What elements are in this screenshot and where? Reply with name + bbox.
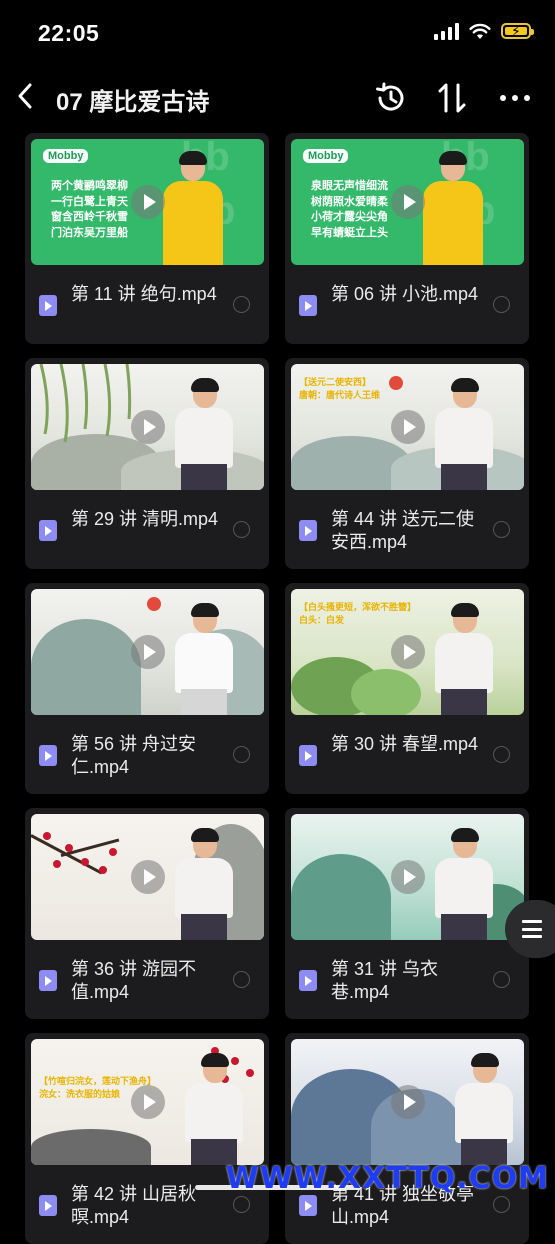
video-card[interactable]: bb b Mobby 两个黄鹂鸣翠柳一行白鹭上青天窗含西岭千秋雪门泊东吴万里船 … xyxy=(25,133,269,344)
video-file-icon xyxy=(39,520,57,541)
select-radio[interactable] xyxy=(493,746,510,763)
poem-caption: 【送元二使安西】 唐朝：唐代诗人王维 xyxy=(299,377,381,400)
chevron-left-icon xyxy=(18,83,32,109)
video-card[interactable]: 第 29 讲 清明.mp4 xyxy=(25,358,269,569)
brand-logo: Mobby xyxy=(43,149,89,163)
video-card[interactable]: 第 36 讲 游园不值.mp4 xyxy=(25,808,269,1019)
play-icon[interactable] xyxy=(390,635,425,669)
play-icon[interactable] xyxy=(390,410,425,444)
nav-actions xyxy=(373,80,533,116)
file-name: 第 30 讲 春望.mp4 xyxy=(331,734,479,754)
file-name: 第 31 讲 乌衣巷.mp4 xyxy=(331,959,439,1002)
floating-menu-button[interactable] xyxy=(505,900,555,958)
video-file-icon xyxy=(299,970,317,991)
video-thumbnail[interactable] xyxy=(291,814,524,940)
video-thumbnail[interactable]: bb b Mobby 泉眼无声惜细流树荫照水爱晴柔小荷才露尖尖角早有蜻蜓立上头 xyxy=(291,139,524,265)
page-title: 07 摩比爱古诗 xyxy=(56,89,210,116)
video-thumbnail[interactable]: 【送元二使安西】 唐朝：唐代诗人王维 xyxy=(291,364,524,490)
select-radio[interactable] xyxy=(233,746,250,763)
select-radio[interactable] xyxy=(233,1196,250,1213)
video-thumbnail[interactable] xyxy=(31,364,264,490)
file-name: 第 44 讲 送元二使安西.mp4 xyxy=(331,509,475,552)
select-radio[interactable] xyxy=(493,971,510,988)
status-bar: 22:05 ⚡ xyxy=(0,0,555,64)
video-file-icon xyxy=(299,1195,317,1216)
brand-logo: Mobby xyxy=(303,149,349,163)
select-radio[interactable] xyxy=(233,971,250,988)
video-file-icon xyxy=(299,295,317,316)
file-name: 第 29 讲 清明.mp4 xyxy=(71,509,219,529)
select-radio[interactable] xyxy=(493,296,510,313)
play-icon[interactable] xyxy=(130,1085,165,1119)
more-icon xyxy=(500,95,530,101)
video-card[interactable]: 第 31 讲 乌衣巷.mp4 xyxy=(285,808,529,1019)
video-card[interactable]: 第 56 讲 舟过安仁.mp4 xyxy=(25,583,269,794)
video-thumbnail[interactable] xyxy=(291,1039,524,1165)
file-name: 第 11 讲 绝句.mp4 xyxy=(71,284,217,304)
video-file-icon xyxy=(39,295,57,316)
status-icons: ⚡ xyxy=(434,22,534,40)
select-radio[interactable] xyxy=(493,521,510,538)
video-thumbnail[interactable]: 【竹喧归浣女，莲动下渔舟】 浣女：洗衣服的姑娘 xyxy=(31,1039,264,1165)
history-icon xyxy=(376,82,404,111)
video-thumbnail[interactable] xyxy=(31,814,264,940)
play-icon[interactable] xyxy=(390,860,425,894)
video-card[interactable]: bb b Mobby 泉眼无声惜细流树荫照水爱晴柔小荷才露尖尖角早有蜻蜓立上头 … xyxy=(285,133,529,344)
file-name: 第 36 讲 游园不值.mp4 xyxy=(71,959,197,1002)
poem-caption: 【白头搔更短，浑欲不胜簪】 白头：白发 xyxy=(299,602,417,625)
video-file-icon xyxy=(39,745,57,766)
play-icon[interactable] xyxy=(130,185,165,219)
video-thumbnail[interactable]: bb b Mobby 两个黄鹂鸣翠柳一行白鹭上青天窗含西岭千秋雪门泊东吴万里船 xyxy=(31,139,264,265)
video-thumbnail[interactable]: 【白头搔更短，浑欲不胜簪】 白头：白发 xyxy=(291,589,524,715)
video-file-icon xyxy=(299,520,317,541)
play-icon[interactable] xyxy=(130,410,165,444)
poem-verse: 泉眼无声惜细流 树荫照水爱晴柔 小荷才露尖尖角 早有蜻蜓立上头 xyxy=(311,180,388,239)
play-icon[interactable] xyxy=(390,185,425,219)
video-card[interactable]: 【送元二使安西】 唐朝：唐代诗人王维 第 44 讲 送元二使安西.mp4 xyxy=(285,358,529,569)
select-radio[interactable] xyxy=(233,296,250,313)
video-thumbnail[interactable] xyxy=(31,589,264,715)
more-button[interactable] xyxy=(497,80,533,116)
video-card[interactable]: 【竹喧归浣女，莲动下渔舟】 浣女：洗衣服的姑娘 第 42 讲 山居秋暝.mp4 xyxy=(25,1033,269,1244)
play-icon[interactable] xyxy=(390,1085,425,1119)
cellular-signal-icon xyxy=(434,22,459,40)
video-card[interactable]: 【白头搔更短，浑欲不胜簪】 白头：白发 第 30 讲 春望.mp4 xyxy=(285,583,529,794)
sort-icon xyxy=(438,83,466,113)
file-name: 第 56 讲 舟过安仁.mp4 xyxy=(71,734,197,777)
video-card[interactable]: 第 41 讲 独坐敬亭山.mp4 xyxy=(285,1033,529,1244)
poem-verse: 两个黄鹂鸣翠柳 一行白鹭上青天 窗含西岭千秋雪 门泊东吴万里船 xyxy=(51,180,128,239)
sort-button[interactable] xyxy=(435,80,471,116)
play-icon[interactable] xyxy=(130,635,165,669)
history-button[interactable] xyxy=(373,80,409,116)
menu-icon xyxy=(522,920,542,938)
video-file-icon xyxy=(39,1195,57,1216)
watermark: WWW.XXTTQ.COM xyxy=(225,1161,549,1196)
video-file-icon xyxy=(39,970,57,991)
select-radio[interactable] xyxy=(493,1196,510,1213)
back-button[interactable] xyxy=(12,78,38,114)
select-radio[interactable] xyxy=(233,521,250,538)
wifi-icon xyxy=(469,23,491,39)
video-file-icon xyxy=(299,745,317,766)
status-time: 22:05 xyxy=(38,20,100,46)
battery-icon: ⚡ xyxy=(501,23,534,39)
play-icon[interactable] xyxy=(130,860,165,894)
file-name: 第 06 讲 小池.mp4 xyxy=(331,284,479,304)
nav-bar: 07 摩比爱古诗 xyxy=(0,70,555,126)
